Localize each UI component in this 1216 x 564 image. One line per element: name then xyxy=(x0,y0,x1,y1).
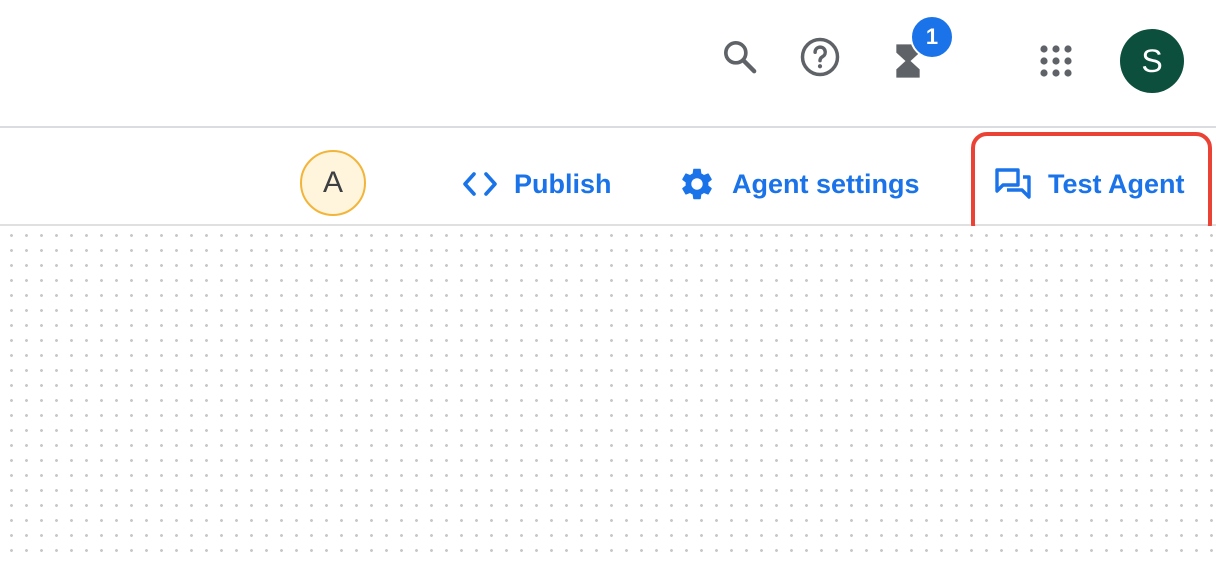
search-icon xyxy=(724,41,757,74)
agent-settings-label: Agent settings xyxy=(732,168,920,199)
user-avatar[interactable]: S xyxy=(1120,29,1184,93)
help-circle-icon xyxy=(800,37,840,77)
tasks-badge: 1 xyxy=(910,15,954,59)
test-agent-button[interactable]: Test Agent xyxy=(994,162,1185,206)
collaborator-avatar: A xyxy=(300,150,366,216)
agent-settings-button[interactable]: Agent settings xyxy=(678,162,920,206)
help-button[interactable] xyxy=(788,25,852,89)
publish-button[interactable]: Publish xyxy=(462,162,612,206)
agent-toolbar: A Publish Agent settings Test Agent xyxy=(0,128,1216,240)
chat-bubbles-icon xyxy=(995,168,1031,199)
test-agent-label: Test Agent xyxy=(1048,168,1185,199)
apps-grid-icon xyxy=(1040,45,1072,77)
publish-label: Publish xyxy=(514,168,612,199)
apps-button[interactable] xyxy=(1024,29,1088,93)
search-button[interactable] xyxy=(708,25,772,89)
flow-canvas[interactable] xyxy=(0,226,1216,564)
code-brackets-icon xyxy=(463,172,497,196)
gear-icon xyxy=(682,168,712,200)
top-app-bar: 1 S xyxy=(0,0,1216,128)
